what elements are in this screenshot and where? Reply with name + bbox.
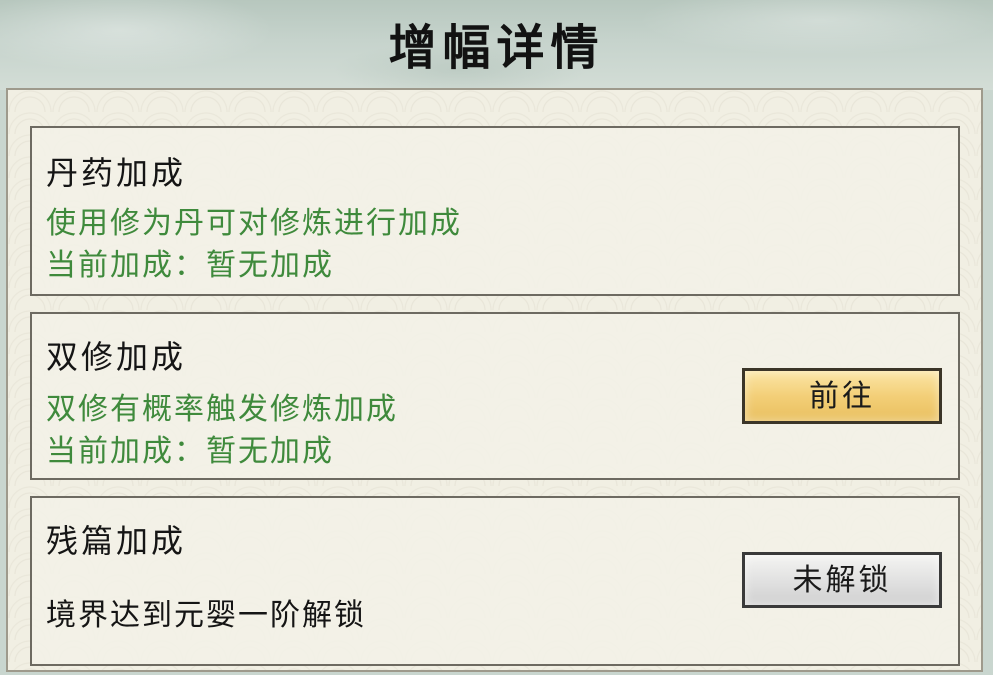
locked-button[interactable]: 未解锁 xyxy=(742,552,942,608)
card-status: 当前加成：暂无加成 xyxy=(46,434,334,469)
card-title: 丹药加成 xyxy=(46,154,187,192)
fragment-bonus-card: 残篇加成 境界达到元婴一阶解锁 未解锁 xyxy=(30,496,960,666)
page-title: 增幅详情 xyxy=(388,20,605,76)
card-title: 残篇加成 xyxy=(46,522,187,560)
card-description: 使用修为丹可对修炼进行加成 xyxy=(46,206,462,241)
card-description: 双修有概率触发修炼加成 xyxy=(46,392,398,427)
card-title: 双修加成 xyxy=(46,338,187,376)
pill-bonus-card: 丹药加成 使用修为丹可对修炼进行加成 当前加成：暂无加成 xyxy=(30,126,960,296)
card-status: 当前加成：暂无加成 xyxy=(46,248,334,283)
dual-cultivation-bonus-card: 双修加成 双修有概率触发修炼加成 当前加成：暂无加成 前往 xyxy=(30,312,960,480)
card-requirement: 境界达到元婴一阶解锁 xyxy=(46,598,366,633)
details-panel: 丹药加成 使用修为丹可对修炼进行加成 当前加成：暂无加成 双修加成 双修有概率触… xyxy=(6,88,983,672)
go-button[interactable]: 前往 xyxy=(742,368,942,424)
